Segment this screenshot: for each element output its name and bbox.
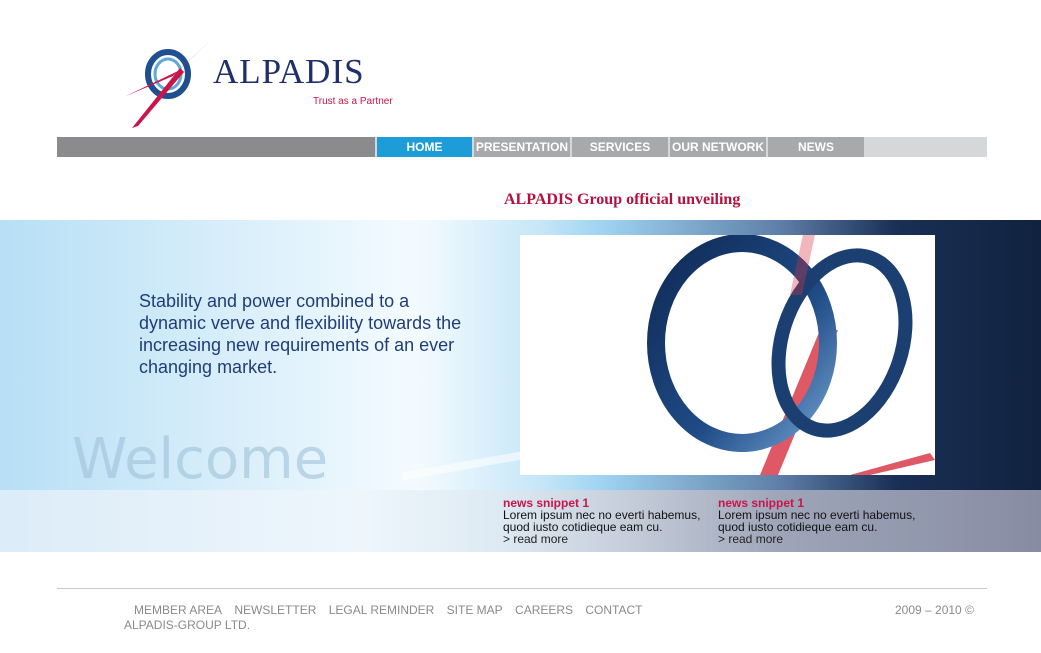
nav-item-home[interactable]: HOME [377,137,472,157]
footer-copyright: 2009 – 2010 © [895,603,974,617]
hero-text: Stability and power combined to a dynami… [139,291,462,377]
nav-filler [57,137,375,157]
footer-link-careers[interactable]: CAREERS [515,603,573,617]
read-more-link[interactable]: > read more [503,533,713,545]
logo-tagline: Trust as a Partner [313,96,393,107]
nav-item-our-network[interactable]: OUR NETWORK [670,137,766,157]
rings-image [520,235,935,475]
news-snippet-body: Lorem ipsum nec no everti habemus, quod … [718,508,916,534]
footer-link-site-map[interactable]: SITE MAP [447,603,503,617]
nav-item-news[interactable]: NEWS [768,137,864,157]
news-snippet: news snippet 1 Lorem ipsum nec no everti… [503,497,713,545]
logo[interactable]: ALPADIS Trust as a Partner [118,36,408,131]
footer-link-newsletter[interactable]: NEWSLETTER [234,603,316,617]
news-snippet: news snippet 1 Lorem ipsum nec no everti… [718,497,928,545]
footer-divider [57,588,987,589]
logo-emblem-icon [126,38,213,128]
footer-link-contact[interactable]: CONTACT [585,603,642,617]
footer-links: MEMBER AREA NEWSLETTER LEGAL REMINDER SI… [134,603,652,617]
main-nav: HOME PRESENTATION SERVICES OUR NETWORK N… [57,137,987,157]
footer-link-legal-reminder[interactable]: LEGAL REMINDER [329,603,435,617]
interlocked-rings-icon [647,235,935,475]
headline: ALPADIS Group official unveiling [504,191,741,208]
logo-wordmark: ALPADIS [213,52,365,91]
hero-banner: Welcome Stability and power combined to … [0,220,1041,490]
news-snippet-body: Lorem ipsum nec no everti habemus, quod … [503,508,701,534]
footer-company: ALPADIS-GROUP LTD. [124,618,251,632]
nav-item-services[interactable]: SERVICES [572,137,668,157]
welcome-watermark: Welcome [72,427,329,490]
nav-item-presentation[interactable]: PRESENTATION [474,137,570,157]
footer-link-member-area[interactable]: MEMBER AREA [134,603,222,617]
read-more-link[interactable]: > read more [718,533,928,545]
news-strip: news snippet 1 Lorem ipsum nec no everti… [0,490,1041,552]
